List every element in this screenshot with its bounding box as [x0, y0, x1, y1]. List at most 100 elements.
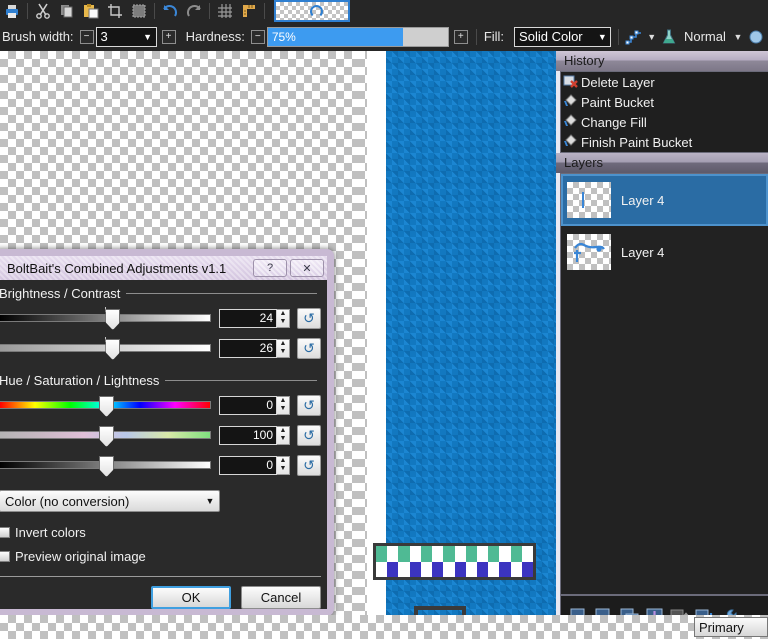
invert-colors-label: Invert colors [15, 524, 86, 540]
history-item[interactable]: Change Fill [561, 112, 768, 132]
hue-slider[interactable] [0, 396, 211, 417]
spinner-up-icon[interactable]: ▲ [277, 310, 289, 319]
saturation-value-input[interactable]: 100 [219, 425, 277, 445]
blend-mode-chevron-down-icon[interactable]: ▼ [732, 32, 744, 42]
hue-spinner[interactable]: ▲ ▼ [277, 395, 290, 415]
invert-colors-checkbox[interactable] [0, 526, 10, 538]
hardness-increase-button[interactable]: + [453, 29, 468, 44]
brightness-value-input[interactable]: 24 [219, 308, 277, 328]
spinner-up-icon[interactable]: ▲ [277, 340, 289, 349]
preview-original-label: Preview original image [15, 548, 146, 564]
spinner-down-icon[interactable]: ▼ [277, 435, 289, 444]
crop-to-selection-icon[interactable] [103, 1, 127, 21]
hue-slider-thumb[interactable] [99, 396, 114, 417]
print-icon[interactable] [0, 1, 24, 21]
ok-button[interactable]: OK [151, 586, 231, 609]
brightness-spinner[interactable]: ▲ ▼ [277, 308, 290, 328]
layers-list[interactable]: Layer 4 Layer 4 [560, 173, 768, 595]
antialiasing-curve-icon[interactable] [622, 27, 646, 47]
canvas-blue-document[interactable] [373, 51, 556, 639]
history-item[interactable]: Finish Paint Bucket [561, 132, 768, 152]
primary-color-button[interactable]: Primary [694, 617, 768, 637]
contrast-reset-button[interactable]: ↺ [297, 337, 321, 359]
lightness-slider[interactable] [0, 456, 211, 477]
conversion-select[interactable]: Color (no conversion) ▼ [0, 490, 220, 512]
dialog-title-bar[interactable]: BoltBait's Combined Adjustments v1.1 ? ✕ [0, 256, 327, 280]
copy-icon[interactable] [55, 1, 79, 21]
pattern-cell [443, 561, 455, 577]
brightness-reset-button[interactable]: ↺ [297, 307, 321, 329]
spinner-down-icon[interactable]: ▼ [277, 348, 289, 357]
dialog-close-button[interactable]: ✕ [290, 259, 324, 277]
spinner-down-icon[interactable]: ▼ [277, 318, 289, 327]
right-dock: History Delete Layer Paint Bucket Change F… [556, 51, 768, 639]
spinner-down-icon[interactable]: ▼ [277, 465, 289, 474]
main-toolbar [0, 0, 768, 23]
lightness-value-input[interactable]: 0 [219, 455, 277, 475]
contrast-spinner[interactable]: ▲ ▼ [277, 338, 290, 358]
deselect-icon[interactable] [127, 1, 151, 21]
paste-icon[interactable] [79, 1, 103, 21]
spinner-up-icon[interactable]: ▲ [277, 457, 289, 466]
options-separator-1 [475, 28, 477, 45]
bottom-strip: Primary [0, 615, 768, 639]
dialog-help-button[interactable]: ? [253, 259, 287, 277]
lightness-spinner[interactable]: ▲ ▼ [277, 455, 290, 475]
chevron-down-icon[interactable]: ▼ [201, 496, 219, 506]
contrast-value-input[interactable]: 26 [219, 338, 277, 358]
spinner-up-icon[interactable]: ▲ [277, 397, 289, 406]
palette-icon[interactable] [744, 27, 768, 47]
contrast-slider[interactable] [0, 337, 211, 360]
fill-select[interactable]: Solid Color ▼ [514, 26, 612, 47]
saturation-slider-thumb[interactable] [99, 426, 114, 447]
brush-width-input[interactable]: 3 ▼ [95, 26, 157, 47]
chevron-down-icon[interactable]: ▼ [594, 32, 610, 42]
cancel-button[interactable]: Cancel [241, 586, 321, 609]
pattern-cell [409, 561, 421, 577]
history-item[interactable]: Delete Layer [561, 72, 768, 92]
brightness-slider[interactable] [0, 307, 211, 330]
lightness-reset-button[interactable]: ↺ [297, 454, 321, 476]
toolbar-separator-4 [264, 3, 265, 19]
ruler-icon[interactable] [237, 1, 261, 21]
brush-width-label: Brush width: [2, 29, 74, 44]
brush-width-decrease-button[interactable]: − [79, 29, 94, 44]
saturation-reset-button[interactable]: ↺ [297, 424, 321, 446]
history-list[interactable]: Delete Layer Paint Bucket Change Fill Finis… [560, 71, 768, 153]
invert-colors-checkbox-row[interactable]: Invert colors [0, 520, 327, 544]
cut-icon[interactable] [31, 1, 55, 21]
grid-icon[interactable] [213, 1, 237, 21]
layer-label: Layer 4 [621, 244, 665, 260]
hardness-slider[interactable]: 75% [266, 26, 449, 47]
dialog-title: BoltBait's Combined Adjustments v1.1 [7, 260, 227, 276]
saturation-slider[interactable] [0, 426, 211, 447]
spinner-down-icon[interactable]: ▼ [277, 405, 289, 414]
preview-original-checkbox-row[interactable]: Preview original image [0, 544, 327, 568]
paint-bucket-icon [563, 113, 581, 131]
hue-value-input[interactable]: 0 [219, 395, 277, 415]
saturation-spinner[interactable]: ▲ ▼ [277, 425, 290, 445]
pattern-cell [387, 546, 399, 562]
layer-row[interactable]: Layer 4 [561, 226, 768, 278]
history-item[interactable]: Paint Bucket [561, 92, 768, 112]
spinner-up-icon[interactable]: ▲ [277, 427, 289, 436]
brightness-slider-thumb[interactable] [105, 309, 121, 330]
pattern-cell [387, 561, 399, 577]
contrast-slider-thumb[interactable] [105, 339, 121, 360]
hue-reset-button[interactable]: ↺ [297, 394, 321, 416]
brush-width-increase-button[interactable]: + [161, 29, 176, 44]
history-panel-title: History [556, 51, 768, 71]
lightness-slider-thumb[interactable] [99, 456, 114, 477]
hardness-value: 75% [271, 29, 296, 44]
layer-row[interactable]: Layer 4 [561, 174, 768, 226]
preview-original-checkbox[interactable] [0, 550, 10, 562]
antialiasing-chevron-down-icon[interactable]: ▼ [646, 32, 657, 42]
undo-icon[interactable] [158, 1, 182, 21]
contrast-slider-row: 26 ▲ ▼ ↺ [0, 333, 327, 363]
blending-flask-icon[interactable] [657, 27, 681, 47]
hardness-decrease-button[interactable]: − [250, 29, 265, 44]
chevron-down-icon[interactable]: ▼ [140, 32, 156, 42]
lightness-slider-row: 0 ▲ ▼ ↺ [0, 450, 327, 480]
document-thumbnail[interactable] [274, 0, 350, 22]
redo-icon[interactable] [182, 1, 206, 21]
